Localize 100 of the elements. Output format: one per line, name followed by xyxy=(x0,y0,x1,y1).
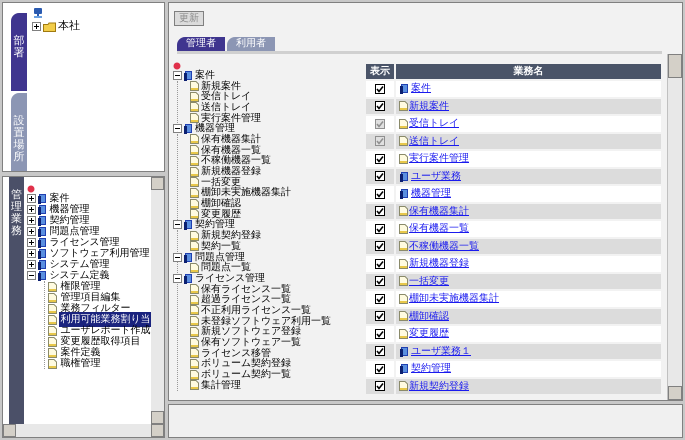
document-icon xyxy=(48,326,58,336)
vertical-scrollbar[interactable] xyxy=(151,177,164,424)
checkbox[interactable] xyxy=(375,154,385,164)
tree-item[interactable]: 問題点管理 xyxy=(49,224,100,239)
book-icon xyxy=(183,123,194,134)
collapse-icon[interactable] xyxy=(27,271,36,280)
expand-icon[interactable] xyxy=(27,249,36,258)
document-icon xyxy=(190,326,199,337)
document-icon xyxy=(399,206,408,216)
book-icon xyxy=(183,252,194,263)
task-link[interactable]: 機器管理 xyxy=(411,186,451,202)
book-icon xyxy=(37,204,48,215)
task-link[interactable]: 新規案件 xyxy=(409,98,449,114)
book-icon xyxy=(399,188,410,200)
document-icon xyxy=(190,134,199,144)
checkbox[interactable] xyxy=(375,101,385,112)
book-icon xyxy=(399,363,410,374)
document-icon xyxy=(399,154,408,164)
document-icon xyxy=(399,101,408,112)
document-icon xyxy=(190,113,199,124)
document-icon xyxy=(190,102,199,112)
document-icon xyxy=(190,230,199,241)
book-icon xyxy=(399,170,410,182)
folder-icon xyxy=(43,22,56,32)
document-icon xyxy=(48,314,58,324)
checkbox[interactable] xyxy=(375,311,385,322)
tree-item[interactable]: 職権管理 xyxy=(59,356,102,371)
checkbox[interactable] xyxy=(375,294,385,304)
document-icon xyxy=(48,358,58,368)
column-header: 業務名 xyxy=(396,64,661,79)
expand-icon[interactable] xyxy=(32,22,41,31)
task-link[interactable]: 案件 xyxy=(411,81,431,96)
book-icon xyxy=(37,248,48,259)
collapse-icon[interactable] xyxy=(173,124,182,134)
document-icon xyxy=(399,136,408,146)
book-icon xyxy=(37,226,48,237)
task-link[interactable]: 変更履歴 xyxy=(409,326,449,342)
document-icon xyxy=(190,316,199,326)
computer-icon xyxy=(32,7,44,19)
vertical-tab-active[interactable]: 管理業務 xyxy=(9,177,24,424)
tree-item[interactable]: 本社 xyxy=(58,18,80,35)
checkbox[interactable] xyxy=(375,188,385,199)
vertical-scrollbar[interactable] xyxy=(667,54,682,400)
book-icon xyxy=(183,70,194,81)
task-link[interactable]: ユーザ業務 xyxy=(411,168,461,184)
book-icon xyxy=(37,215,48,226)
book-icon xyxy=(399,346,410,357)
root-icon xyxy=(173,62,181,70)
checkbox[interactable] xyxy=(375,206,385,216)
tree-item[interactable]: 集計管理 xyxy=(201,378,241,393)
expand-icon[interactable] xyxy=(27,205,36,214)
collapse-icon[interactable] xyxy=(173,252,182,262)
task-link[interactable]: 契約管理 xyxy=(411,361,451,376)
task-link[interactable]: 棚卸確認 xyxy=(409,308,449,324)
document-icon xyxy=(190,156,199,166)
document-icon xyxy=(190,166,199,177)
book-icon xyxy=(399,83,410,94)
document-icon xyxy=(399,224,408,234)
document-icon xyxy=(399,328,408,339)
task-link[interactable]: 一括変更 xyxy=(409,274,449,289)
document-icon xyxy=(399,258,408,269)
checkbox[interactable] xyxy=(375,328,385,339)
checkbox[interactable] xyxy=(375,224,385,234)
document-icon xyxy=(190,284,199,294)
collapse-icon[interactable] xyxy=(173,70,182,80)
expand-icon[interactable] xyxy=(27,194,36,203)
checkbox[interactable] xyxy=(375,84,385,94)
root-icon xyxy=(27,185,36,193)
document-icon xyxy=(190,262,199,273)
book-icon xyxy=(37,237,48,248)
expand-icon[interactable] xyxy=(27,238,36,247)
horizontal-scrollbar[interactable] xyxy=(3,424,164,437)
book-icon xyxy=(183,272,194,284)
expand-icon[interactable] xyxy=(27,260,36,269)
document-icon xyxy=(190,198,199,209)
checkbox[interactable] xyxy=(375,258,385,269)
document-icon xyxy=(190,380,199,390)
checkbox[interactable] xyxy=(375,346,385,356)
collapse-icon[interactable] xyxy=(173,220,182,230)
document-icon xyxy=(399,381,408,392)
book-icon xyxy=(37,270,48,281)
checkbox[interactable] xyxy=(375,241,385,252)
checkbox[interactable] xyxy=(375,381,385,392)
document-icon xyxy=(399,118,408,129)
document-icon xyxy=(48,304,58,314)
checkbox[interactable] xyxy=(375,276,385,286)
tab[interactable]: 管理者 xyxy=(177,37,225,51)
collapse-icon[interactable] xyxy=(173,274,182,283)
column-header: 表示 xyxy=(366,64,394,79)
vertical-tab-active[interactable]: 部署 xyxy=(11,13,27,91)
document-icon xyxy=(190,241,199,252)
document-icon xyxy=(190,177,199,188)
document-icon xyxy=(190,92,199,102)
checkbox[interactable] xyxy=(375,171,385,182)
document-icon xyxy=(190,305,199,316)
expand-icon[interactable] xyxy=(27,227,36,236)
checkbox[interactable] xyxy=(375,364,385,374)
document-icon xyxy=(399,241,408,252)
expand-icon[interactable] xyxy=(27,216,36,225)
document-icon xyxy=(190,188,199,198)
